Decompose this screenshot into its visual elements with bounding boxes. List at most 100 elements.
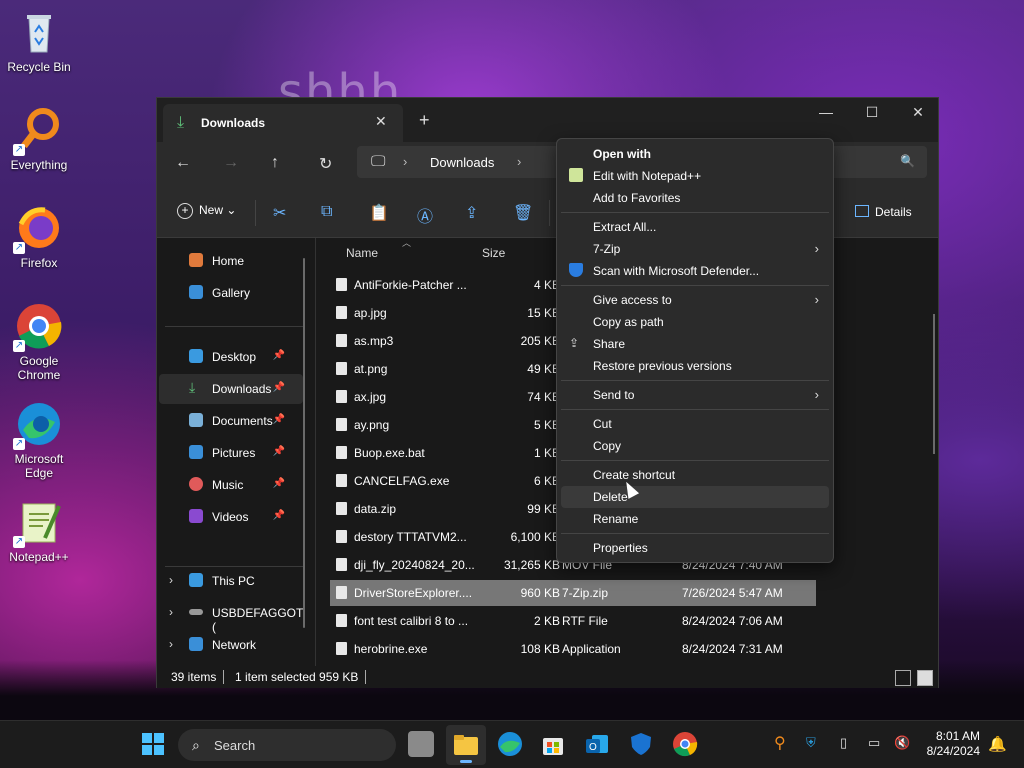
menu-item-rename[interactable]: Rename [561, 508, 829, 530]
usb-device-icon[interactable]: ▯ [840, 735, 847, 751]
desktop-icon-everything[interactable]: ↗ Everything [4, 106, 74, 172]
details-button[interactable]: Details [855, 205, 912, 219]
clock[interactable]: 8:01 AM 8/24/2024 [918, 729, 980, 759]
pin-icon[interactable]: 📌 [273, 350, 285, 361]
new-button[interactable]: + New ⌄ [177, 203, 236, 219]
column-header-size[interactable]: Size [482, 246, 505, 260]
pin-icon[interactable]: 📌 [273, 478, 285, 489]
taskbar-defender[interactable] [628, 731, 654, 757]
menu-item-send-to[interactable]: Send to › [561, 384, 829, 406]
volume-muted-icon[interactable]: 🔇 [894, 735, 910, 751]
menu-separator [561, 409, 829, 410]
menu-item-cut[interactable]: Cut [561, 413, 829, 435]
sidebar-item-videos[interactable]: Videos 📌 [159, 502, 303, 532]
share-icon[interactable]: ⇪ [465, 203, 478, 223]
delete-icon[interactable]: 🗑 [513, 203, 533, 223]
new-tab-button[interactable]: + [419, 110, 430, 131]
cut-icon[interactable]: ✂ [273, 203, 286, 223]
file-size: 31,265 KB [503, 558, 560, 572]
menu-item-open-with[interactable]: Open with [561, 143, 829, 165]
file-list-scrollbar[interactable] [933, 314, 935, 454]
notification-bell-icon[interactable]: 🔔 [988, 735, 1007, 753]
menu-item-copy-as-path[interactable]: Copy as path [561, 311, 829, 333]
close-tab-icon[interactable]: ✕ [375, 113, 387, 130]
taskbar-chrome[interactable] [672, 731, 698, 757]
network-tray-icon[interactable]: ▭ [868, 735, 880, 751]
chevron-right-icon: › [814, 241, 819, 256]
desktop-icon-notepadpp[interactable]: ↗ Notepad++ [4, 498, 74, 564]
taskbar-store[interactable] [540, 731, 566, 757]
sidebar-item-label: Videos [212, 510, 249, 524]
table-row[interactable]: herobrine.exe 108 KB Application 8/24/2024 … [330, 636, 816, 662]
menu-item-delete[interactable]: Delete [561, 486, 829, 508]
pin-icon[interactable]: 📌 [273, 446, 285, 457]
sidebar-item-music[interactable]: Music 📌 [159, 470, 303, 500]
music-icon [189, 477, 203, 491]
taskbar-search[interactable]: ⌕ Search [178, 729, 396, 761]
sort-ascending-icon: ︿ [402, 238, 412, 248]
sidebar-item-desktop[interactable]: Desktop 📌 [159, 342, 303, 372]
pin-icon[interactable]: 📌 [273, 382, 285, 393]
desktop-icon-firefox[interactable]: ↗ Firefox [4, 204, 74, 270]
task-view-icon[interactable] [408, 731, 434, 757]
desktop-icon-recycle-bin[interactable]: Recycle Bin [4, 8, 74, 74]
column-header-name[interactable]: Name [346, 246, 378, 260]
menu-item-copy[interactable]: Copy [561, 435, 829, 457]
sidebar-item-gallery[interactable]: Gallery [159, 278, 303, 308]
sidebar-item-usb-drive[interactable]: › USBDEFAGGOT ( [159, 598, 303, 634]
documents-icon [189, 413, 203, 427]
rename-icon[interactable]: Ⓐ [417, 203, 433, 227]
paste-icon[interactable]: 📋 [369, 203, 389, 223]
tiles-view-icon[interactable] [917, 670, 933, 686]
sidebar-item-this-pc[interactable]: › This PC [159, 566, 303, 596]
menu-item-edit-notepadpp[interactable]: Edit with Notepad++ [561, 165, 829, 187]
taskbar-outlook[interactable]: O [584, 731, 610, 757]
sidebar-item-network[interactable]: › Network [159, 630, 303, 660]
desktop-icon-edge[interactable]: ↗ Microsoft Edge [4, 400, 74, 480]
menu-item-7zip[interactable]: 7-Zip › [561, 238, 829, 260]
tab-downloads[interactable]: ⤓ Downloads ✕ [163, 104, 403, 142]
menu-item-create-shortcut[interactable]: Create shortcut [561, 464, 829, 486]
context-menu: Open with Edit with Notepad++ Add to Fav… [556, 138, 834, 563]
sidebar-item-pictures[interactable]: Pictures 📌 [159, 438, 303, 468]
table-row[interactable]: DriverStoreExplorer.... 960 KB 7-Zip.zip 7/… [330, 580, 816, 606]
sidebar-item-home[interactable]: Home [159, 246, 303, 276]
menu-item-defender-scan[interactable]: Scan with Microsoft Defender... [561, 260, 829, 282]
pictures-icon [189, 445, 203, 459]
taskbar-edge[interactable] [497, 731, 523, 757]
file-name: destory TTTATVM2... [354, 530, 467, 544]
menu-item-share[interactable]: ⇪ Share [561, 333, 829, 355]
menu-item-add-favorites[interactable]: Add to Favorites [561, 187, 829, 209]
breadcrumb-downloads[interactable]: Downloads [430, 155, 494, 170]
chevron-right-icon[interactable]: › [169, 637, 173, 651]
chevron-right-icon[interactable]: › [169, 605, 173, 619]
start-button[interactable] [140, 731, 166, 757]
up-button[interactable]: ↑ [271, 154, 279, 172]
sidebar-item-documents[interactable]: Documents 📌 [159, 406, 303, 436]
pin-icon[interactable]: 📌 [273, 414, 285, 425]
sidebar-scrollbar[interactable] [303, 258, 305, 628]
back-button[interactable]: ← [175, 154, 191, 172]
menu-item-label: 7-Zip [593, 242, 621, 256]
details-view-icon[interactable] [895, 670, 911, 686]
file-name: ap.jpg [354, 306, 387, 320]
menu-item-extract-all[interactable]: Extract All... [561, 216, 829, 238]
minimize-button[interactable]: — [803, 104, 849, 120]
menu-item-give-access[interactable]: Give access to › [561, 289, 829, 311]
refresh-button[interactable]: ↻ [319, 154, 332, 174]
security-tray-icon[interactable]: ⛨ [806, 735, 816, 751]
menu-item-properties[interactable]: Properties [561, 537, 829, 559]
pin-icon[interactable]: 📌 [273, 510, 285, 521]
menu-item-restore-versions[interactable]: Restore previous versions [561, 355, 829, 377]
everything-tray-icon[interactable]: ⚲ [774, 733, 786, 753]
chevron-right-icon[interactable]: › [169, 573, 173, 587]
forward-button[interactable]: → [223, 154, 239, 172]
maximize-button[interactable]: ☐ [849, 104, 895, 121]
sidebar-item-downloads[interactable]: ⤓ Downloads 📌 [159, 374, 303, 404]
table-row[interactable]: font test calibri 8 to ... 2 KB RTF File 8/… [330, 608, 816, 634]
file-name: CANCELFAG.exe [354, 474, 450, 488]
desktop-icon-chrome[interactable]: ↗ Google Chrome [4, 302, 74, 382]
taskbar-file-explorer[interactable] [446, 725, 486, 765]
copy-icon[interactable]: ⧉ [321, 203, 332, 221]
close-window-button[interactable]: ✕ [895, 104, 941, 121]
